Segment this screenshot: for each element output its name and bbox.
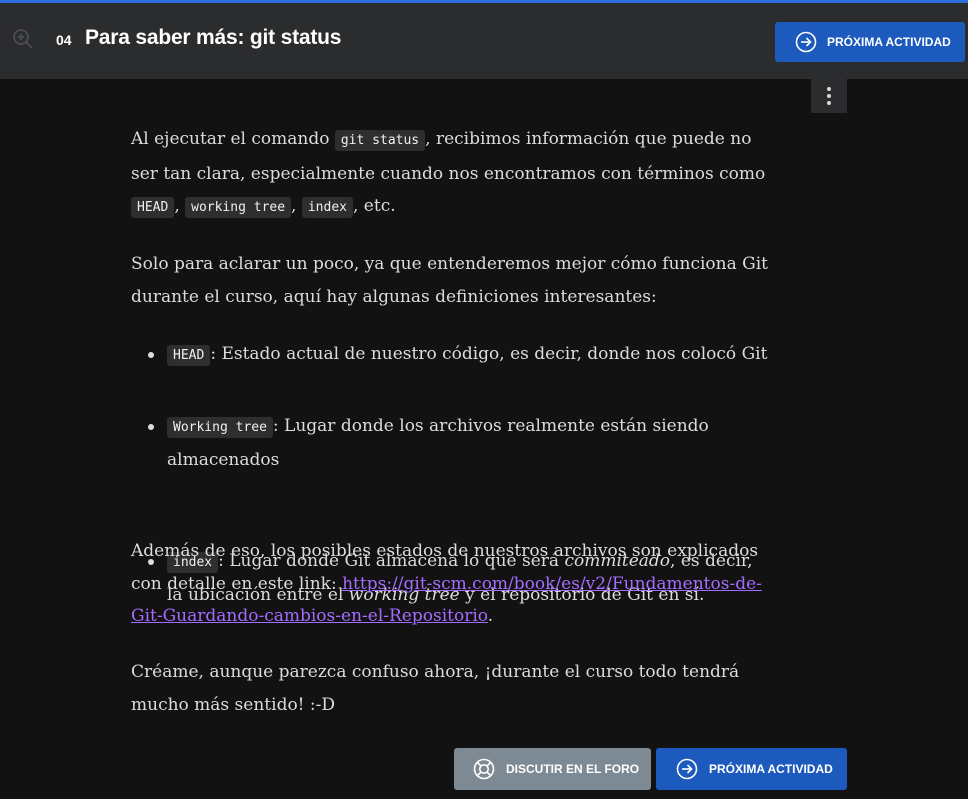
zoom-in-icon[interactable] bbox=[11, 27, 35, 51]
next-activity-label: PRÓXIMA ACTIVIDAD bbox=[827, 35, 951, 49]
list-item: HEAD: Estado actual de nuestro código, e… bbox=[131, 338, 771, 373]
discuss-forum-button[interactable]: DISCUTIR EN EL FORO bbox=[454, 748, 651, 790]
text: , bbox=[291, 196, 302, 216]
code-working-tree: working tree bbox=[185, 197, 292, 218]
code-git-status: git status bbox=[334, 130, 426, 151]
arrow-right-circle-icon bbox=[795, 31, 817, 53]
discuss-forum-label: DISCUTIR EN EL FORO bbox=[506, 762, 640, 776]
lesson-header: 04 Para saber más: git status PRÓXIMA AC… bbox=[0, 3, 968, 79]
code-index: index bbox=[301, 197, 353, 218]
code-head: HEAD bbox=[167, 345, 211, 366]
list-item: Working tree: Lugar donde los archivos r… bbox=[131, 410, 771, 477]
lesson-number: 04 bbox=[56, 32, 72, 48]
paragraph-link: Además de eso, los posibles estados de n… bbox=[131, 535, 771, 633]
code-working-tree: Working tree bbox=[167, 416, 273, 438]
lifebuoy-icon bbox=[473, 758, 495, 780]
arrow-right-circle-icon bbox=[676, 758, 698, 780]
page-title: Para saber más: git status bbox=[85, 26, 342, 49]
menu-dot bbox=[827, 94, 831, 98]
text: Al ejecutar el comando bbox=[131, 129, 335, 149]
text: . bbox=[487, 606, 494, 626]
next-activity-button[interactable]: PRÓXIMA ACTIVIDAD bbox=[775, 22, 965, 62]
paragraph-definitions-intro: Solo para aclarar un poco, ya que entend… bbox=[131, 254, 768, 307]
text: , etc. bbox=[353, 196, 396, 216]
menu-dot bbox=[827, 87, 831, 91]
paragraph-closing: Créame, aunque parezca confuso ahora, ¡d… bbox=[131, 662, 740, 715]
kebab-menu-icon[interactable] bbox=[811, 79, 847, 113]
text: : Estado actual de nuestro código, es de… bbox=[210, 344, 768, 364]
next-activity-label: PRÓXIMA ACTIVIDAD bbox=[709, 762, 833, 776]
menu-dot bbox=[827, 101, 831, 105]
paragraph-intro: Al ejecutar el comando git status, recib… bbox=[131, 123, 771, 225]
next-activity-button-bottom[interactable]: PRÓXIMA ACTIVIDAD bbox=[656, 748, 847, 790]
text: , bbox=[174, 196, 186, 216]
definitions-list: HEAD: Estado actual de nuestro código, e… bbox=[131, 338, 771, 605]
code-head: HEAD bbox=[131, 197, 175, 218]
